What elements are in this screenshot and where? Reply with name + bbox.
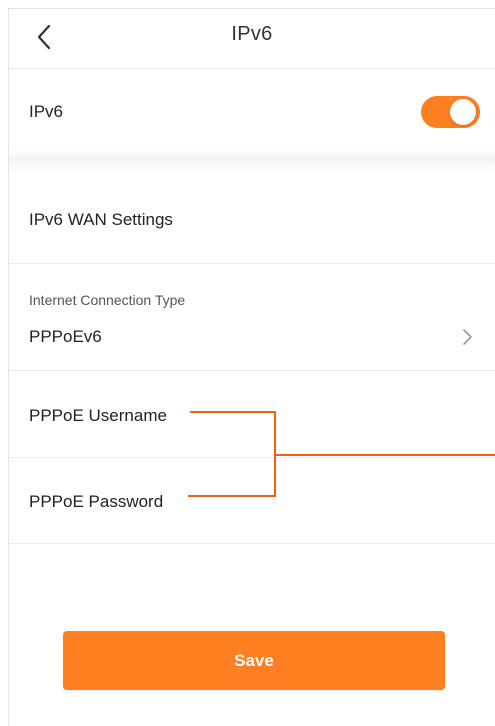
save-button[interactable]: Save [63,631,445,690]
wan-settings-title: IPv6 WAN Settings [29,210,173,229]
pppoe-password-label: PPPoE Password [29,492,164,511]
toggle-knob [450,99,476,125]
pppoe-password-row[interactable]: PPPoE Password [9,458,495,544]
section-divider [9,149,495,173]
ipv6-toggle-label: IPv6 [29,102,64,121]
pppoe-username-row[interactable]: PPPoE Username [9,371,495,458]
ipv6-toggle-switch[interactable] [421,96,480,128]
top-bar: IPv6 [9,9,495,69]
page-title: IPv6 [231,23,273,45]
connection-type-value: PPPoEv6 [29,327,102,346]
chevron-right-icon [461,326,475,353]
wan-settings-section-header: IPv6 WAN Settings [9,173,495,264]
ipv6-toggle-row: IPv6 [9,69,495,161]
ipv6-settings-screen: IPv6 IPv6 IPv6 WAN Settings Internet Con… [8,8,495,726]
connection-type-label: Internet Connection Type [29,292,186,308]
connection-type-row[interactable]: Internet Connection Type PPPoEv6 [9,264,495,371]
pppoe-username-label: PPPoE Username [29,406,167,425]
